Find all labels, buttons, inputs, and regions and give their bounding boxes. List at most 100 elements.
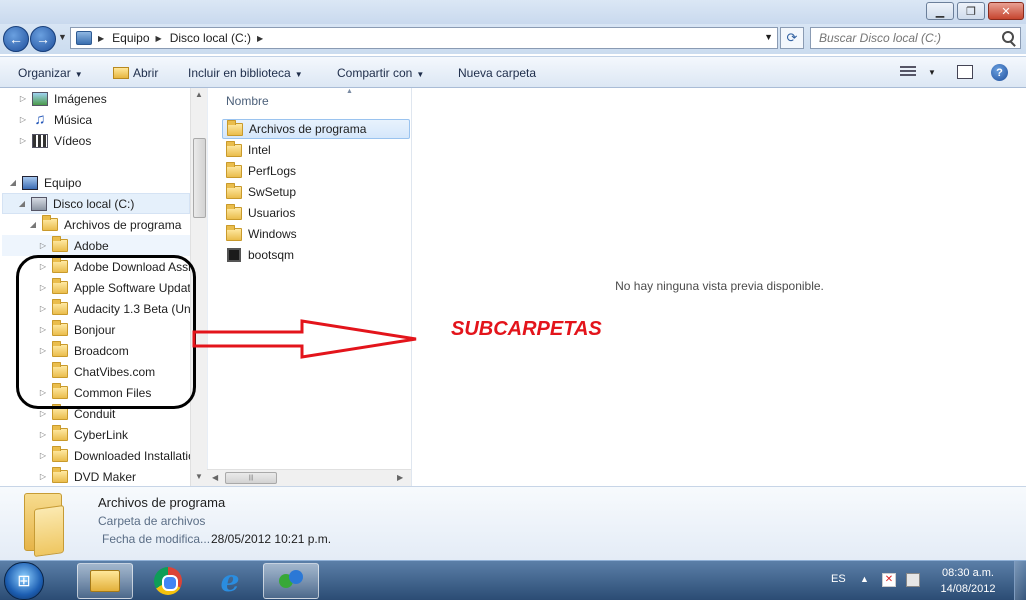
- network-icon[interactable]: [906, 573, 920, 587]
- collapse-arrow-icon[interactable]: ◢: [17, 199, 27, 208]
- file-list-pane: Nombre ▲ Archivos de programa Intel Perf…: [207, 88, 411, 486]
- search-box[interactable]: [810, 27, 1021, 49]
- nav-item-pictures[interactable]: ▷ Imágenes: [18, 88, 107, 109]
- view-options-icon[interactable]: [900, 66, 916, 78]
- nav-item-subfolder[interactable]: ▷ Adobe: [2, 235, 190, 256]
- breadcrumb-arrow-icon[interactable]: ▶: [257, 34, 263, 43]
- expand-arrow-icon[interactable]: ▷: [38, 409, 48, 418]
- breadcrumb-equipo[interactable]: Equipo: [112, 31, 149, 45]
- file-item[interactable]: Intel: [222, 140, 410, 160]
- preview-pane-icon[interactable]: [957, 65, 973, 79]
- open-button[interactable]: Abrir: [113, 66, 158, 80]
- taskbar-messenger-button[interactable]: [263, 563, 319, 599]
- forward-button[interactable]: →: [30, 26, 56, 52]
- nav-item-program-files[interactable]: ◢ Archivos de programa: [28, 214, 181, 235]
- folder-icon: [226, 224, 242, 241]
- annotation-label: SUBCARPETAS: [451, 318, 602, 340]
- minimize-button[interactable]: ▁: [926, 2, 954, 20]
- nav-item-subfolder[interactable]: ▷ DVD Maker: [38, 466, 136, 486]
- nav-item-computer[interactable]: ◢ Equipo: [8, 172, 81, 193]
- open-folder-icon: [113, 67, 129, 79]
- breadcrumb-disco-local[interactable]: Disco local (C:): [170, 31, 251, 45]
- chevron-down-icon: ▼: [416, 70, 425, 79]
- help-icon[interactable]: ?: [991, 64, 1008, 81]
- nav-item-label: DVD Maker: [74, 469, 137, 484]
- new-folder-button[interactable]: Nueva carpeta: [458, 66, 536, 80]
- address-bar[interactable]: ▶ Equipo ▶ Disco local (C:) ▶ ▼: [70, 27, 778, 49]
- expand-arrow-icon[interactable]: ▷: [18, 94, 28, 103]
- file-item[interactable]: SwSetup: [222, 182, 410, 202]
- expand-arrow-icon[interactable]: ▷: [38, 430, 48, 439]
- expand-arrow-icon[interactable]: ▷: [38, 451, 48, 460]
- file-item[interactable]: Archivos de programa: [222, 119, 410, 139]
- share-button[interactable]: Compartir con ▼: [337, 66, 424, 80]
- maximize-button[interactable]: ❐: [957, 2, 985, 20]
- nav-item-subfolder[interactable]: ▷ Downloaded Installatio: [38, 445, 190, 466]
- file-item[interactable]: Usuarios: [222, 203, 410, 223]
- expand-arrow-icon[interactable]: ▷: [18, 136, 28, 145]
- file-item-label: Windows: [248, 227, 297, 241]
- annotation-highlight-oval: [16, 255, 196, 409]
- taskbar-chrome-button[interactable]: [140, 563, 196, 599]
- column-header-name[interactable]: Nombre: [226, 94, 269, 108]
- large-folder-icon: [24, 493, 64, 558]
- language-indicator[interactable]: ES: [831, 573, 846, 585]
- expand-arrow-icon[interactable]: ▷: [38, 472, 48, 481]
- address-dropdown-icon[interactable]: ▼: [764, 32, 773, 42]
- scroll-right-icon[interactable]: ▶: [397, 473, 403, 482]
- clock-time[interactable]: 08:30 a.m.: [928, 567, 1008, 579]
- taskbar-ie-button[interactable]: e: [202, 563, 258, 599]
- file-item[interactable]: bootsqm: [222, 245, 410, 265]
- taskbar-explorer-button[interactable]: [77, 563, 133, 599]
- nav-item-videos[interactable]: ▷ Vídeos: [18, 130, 91, 151]
- music-icon: ♫: [34, 110, 46, 128]
- back-button[interactable]: ←: [3, 26, 29, 52]
- nav-item-music[interactable]: ▷ ♫ Música: [18, 109, 92, 130]
- refresh-button[interactable]: ⟳: [780, 27, 804, 49]
- pictures-icon: [32, 91, 48, 106]
- share-label: Compartir con: [337, 66, 413, 80]
- file-icon: [227, 248, 241, 262]
- scroll-left-icon[interactable]: ◀: [212, 473, 218, 482]
- nav-item-label: Imágenes: [54, 91, 107, 106]
- nav-item-label: Equipo: [44, 175, 82, 190]
- search-input[interactable]: [819, 31, 999, 45]
- collapse-arrow-icon[interactable]: ◢: [28, 220, 38, 229]
- file-item[interactable]: Windows: [222, 224, 410, 244]
- details-item-name: Archivos de programa: [98, 495, 226, 510]
- show-hidden-icons-icon[interactable]: ▲: [860, 574, 869, 584]
- details-date-label: Fecha de modifica...: [102, 532, 211, 546]
- show-desktop-button[interactable]: [1014, 561, 1026, 600]
- chevron-down-icon[interactable]: ▼: [928, 68, 936, 77]
- recent-pages-dropdown-icon[interactable]: ▼: [58, 32, 67, 42]
- search-icon[interactable]: [1002, 31, 1014, 43]
- folder-icon: [227, 119, 243, 136]
- sort-arrow-icon: ▲: [346, 88, 353, 95]
- nav-item-label: Archivos de programa: [64, 217, 182, 232]
- breadcrumb-arrow-icon[interactable]: ▶: [98, 34, 104, 43]
- scroll-down-icon[interactable]: ▼: [195, 472, 203, 481]
- scrollbar-thumb[interactable]: |||: [225, 472, 277, 484]
- organize-button[interactable]: Organizar ▼: [18, 66, 83, 80]
- close-button[interactable]: ✕: [988, 2, 1024, 20]
- nav-item-subfolder[interactable]: ▷ CyberLink: [38, 424, 128, 445]
- file-item[interactable]: PerfLogs: [222, 161, 410, 181]
- breadcrumb-arrow-icon[interactable]: ▶: [156, 34, 162, 43]
- drive-icon: [31, 196, 47, 211]
- include-library-button[interactable]: Incluir en biblioteca ▼: [188, 66, 303, 80]
- scroll-up-icon[interactable]: ▲: [195, 90, 203, 99]
- file-item-label: PerfLogs: [248, 164, 297, 178]
- scrollbar-thumb[interactable]: [193, 138, 206, 218]
- expand-arrow-icon[interactable]: ▷: [38, 241, 48, 250]
- messenger-icon: [277, 568, 305, 594]
- start-button[interactable]: ⊞: [4, 562, 44, 600]
- collapse-arrow-icon[interactable]: ◢: [8, 178, 18, 187]
- action-center-icon[interactable]: ✕: [882, 573, 896, 587]
- folder-icon: [226, 140, 242, 157]
- expand-arrow-icon[interactable]: ▷: [18, 115, 28, 124]
- nav-item-local-disk[interactable]: ◢ Disco local (C:): [2, 193, 190, 214]
- horizontal-scrollbar[interactable]: ◀ ||| ▶: [207, 469, 411, 486]
- clock-date[interactable]: 14/08/2012: [928, 583, 1008, 595]
- folder-icon: [226, 161, 242, 178]
- organize-label: Organizar: [18, 66, 71, 80]
